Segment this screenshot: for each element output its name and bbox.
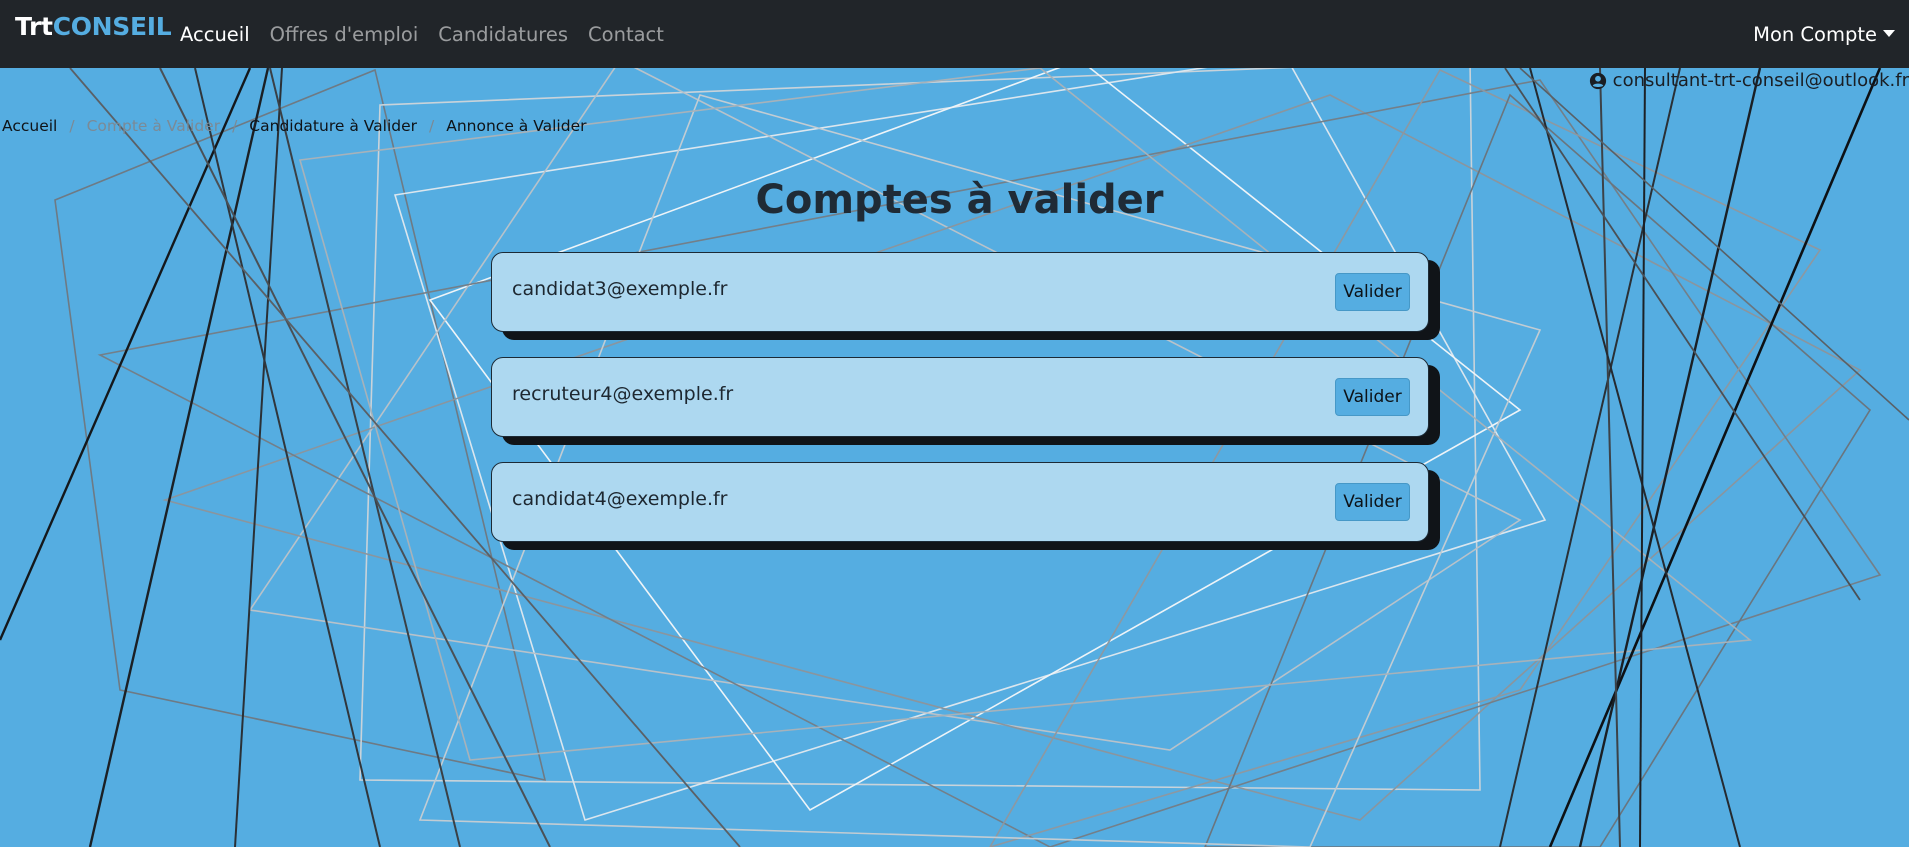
account-card: candidat4@exemple.fr Valider — [491, 462, 1429, 542]
nav-links: Accueil Offres d'emploi Candidatures Con… — [180, 0, 684, 68]
breadcrumb-separator: / — [69, 117, 75, 135]
current-user: consultant-trt-conseil@outlook.fr — [1589, 70, 1909, 91]
current-user-email: consultant-trt-conseil@outlook.fr — [1612, 70, 1909, 91]
valider-button[interactable]: Valider — [1335, 483, 1410, 521]
brand-part-conseil: CONSEIL — [52, 12, 172, 41]
breadcrumb-separator: / — [429, 117, 435, 135]
breadcrumb-annonce-a-valider[interactable]: Annonce à Valider — [446, 117, 586, 135]
top-navbar: TrtCONSEIL Accueil Offres d'emploi Candi… — [0, 0, 1909, 68]
account-card: candidat3@exemple.fr Valider — [491, 252, 1429, 332]
breadcrumb-separator: / — [232, 117, 238, 135]
nav-link-accueil[interactable]: Accueil — [180, 23, 250, 46]
nav-link-candidatures[interactable]: Candidatures — [438, 23, 568, 46]
breadcrumb-candidature-a-valider[interactable]: Candidature à Valider — [249, 117, 417, 135]
breadcrumb-accueil[interactable]: Accueil — [2, 117, 57, 135]
caret-down-icon — [1883, 29, 1895, 37]
valider-button[interactable]: Valider — [1335, 378, 1410, 416]
page-title: Comptes à valider — [755, 177, 1164, 223]
account-email: candidat4@exemple.fr — [512, 488, 728, 510]
nav-link-offres-emploi[interactable]: Offres d'emploi — [270, 23, 419, 46]
breadcrumb: Accueil / Compte à Valider / Candidature… — [2, 117, 586, 135]
account-email: candidat3@exemple.fr — [512, 278, 728, 300]
account-card: recruteur4@exemple.fr Valider — [491, 357, 1429, 437]
user-circle-icon — [1589, 72, 1606, 89]
nav-link-contact[interactable]: Contact — [588, 23, 664, 46]
account-label: Mon Compte — [1753, 22, 1877, 46]
account-email: recruteur4@exemple.fr — [512, 383, 734, 405]
brand-logo[interactable]: TrtCONSEIL — [15, 12, 172, 41]
account-dropdown[interactable]: Mon Compte — [1753, 0, 1895, 68]
valider-button[interactable]: Valider — [1335, 273, 1410, 311]
accounts-list: candidat3@exemple.fr Valider recruteur4@… — [491, 252, 1429, 567]
brand-part-trt: Trt — [15, 12, 53, 41]
breadcrumb-compte-a-valider: Compte à Valider — [86, 117, 221, 135]
